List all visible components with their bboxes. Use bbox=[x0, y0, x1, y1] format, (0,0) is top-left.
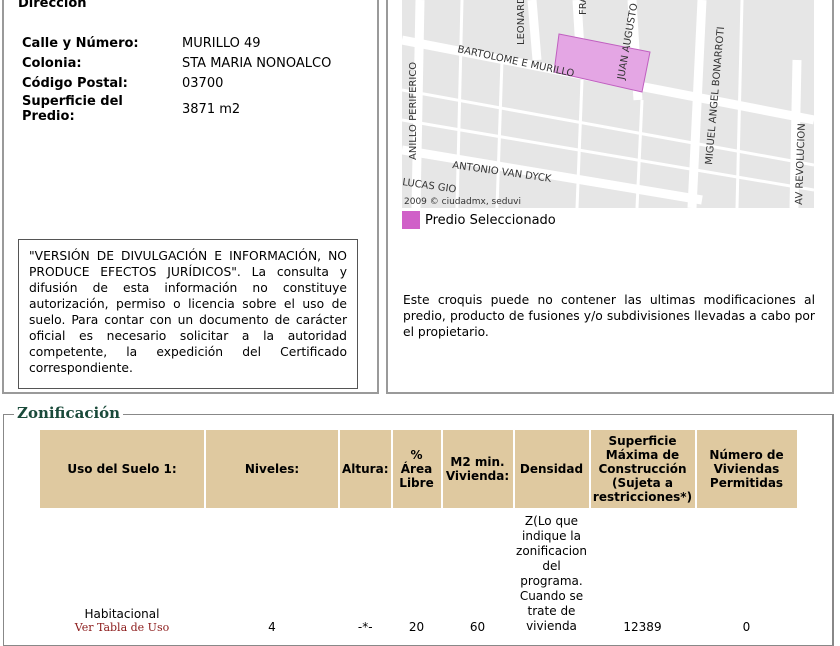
col-header: Superficie Máxima de Construcción (Sujet… bbox=[590, 430, 695, 508]
map-legend: Predio Seleccionado bbox=[402, 211, 556, 229]
direccion-table: Calle y Número: MURILLO 49 Colonia: STA MA… bbox=[18, 33, 335, 125]
col-header: Niveles: bbox=[206, 430, 338, 508]
uso-value: Habitacional bbox=[84, 607, 160, 621]
map-credit: 2009 © ciudadmx, seduvi bbox=[404, 197, 521, 207]
m2-min-cell: 60 bbox=[469, 620, 486, 634]
densidad-cell: Z(Lo que indique la zonificacion del pro… bbox=[516, 514, 587, 633]
direccion-title: Dirección bbox=[18, 0, 87, 11]
area-libre-cell: 20 bbox=[408, 620, 425, 634]
label: Código Postal: bbox=[22, 75, 128, 91]
col-header: M2 min. Vivienda: bbox=[442, 430, 513, 508]
legal-notice: "VERSIÓN DE DIVULGACIÓN E INFORMACIÓN, N… bbox=[18, 239, 358, 389]
col-header: Uso del Suelo 1: bbox=[40, 430, 204, 508]
legend-label: Predio Seleccionado bbox=[425, 212, 556, 228]
street-label: FRA bbox=[578, 0, 589, 15]
viviendas-cell: 0 bbox=[742, 620, 751, 634]
map-image[interactable]: BARTOLOME E MURILLO ANILLO PERIFERICO LE… bbox=[402, 0, 814, 208]
table-row: Habitacional Ver Tabla de Uso 4 -*- 20 60… bbox=[40, 508, 797, 635]
zonificacion-table: Uso del Suelo 1: Niveles: Altura: % Área… bbox=[38, 430, 799, 635]
zonificacion-title: Zonificación bbox=[14, 404, 124, 422]
superficie-cell: 12389 bbox=[623, 620, 662, 634]
altura-cell: -*- bbox=[357, 620, 373, 634]
value: STA MARIA NONOALCO bbox=[182, 55, 332, 71]
niveles-cell: 4 bbox=[268, 620, 276, 634]
label: Colonia: bbox=[22, 55, 82, 71]
label: Superficie del Predio: bbox=[22, 94, 123, 124]
uso-cell: Habitacional Ver Tabla de Uso bbox=[40, 508, 204, 635]
value: 3871 m2 bbox=[182, 101, 241, 117]
value: MURILLO 49 bbox=[182, 35, 261, 51]
col-header: Altura: bbox=[340, 430, 391, 508]
street-label: ANILLO PERIFERICO bbox=[408, 62, 419, 160]
col-header: Número de Viviendas Permitidas bbox=[696, 430, 797, 508]
legend-swatch bbox=[402, 211, 420, 229]
zonificacion-section: Zonificación Uso del Suelo 1: Niveles: A… bbox=[3, 404, 834, 646]
street-label: LEONARDO bbox=[516, 0, 527, 45]
value: 03700 bbox=[182, 75, 224, 91]
ver-tabla-link[interactable]: Ver Tabla de Uso bbox=[41, 621, 203, 634]
col-header: % Área Libre bbox=[392, 430, 441, 508]
label: Calle y Número: bbox=[22, 35, 139, 51]
map-note: Este croquis puede no contener las ultim… bbox=[403, 293, 815, 339]
col-header: Densidad bbox=[514, 430, 589, 508]
